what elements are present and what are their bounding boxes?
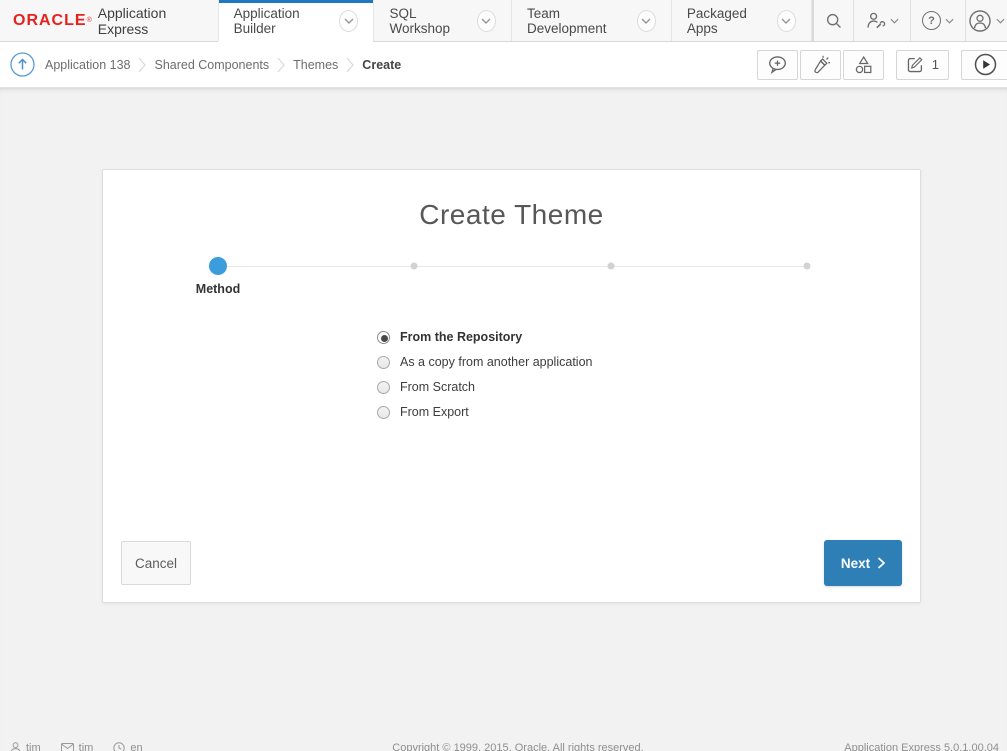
footer-workspace: tim <box>61 742 94 751</box>
tab-team-development[interactable]: Team Development <box>511 0 671 41</box>
cancel-button[interactable]: Cancel <box>121 541 191 585</box>
tab-application-builder[interactable]: Application Builder <box>218 0 374 42</box>
nav-tabs: Application Builder SQL Workshop Team De… <box>218 0 812 41</box>
option-label: From the Repository <box>400 330 522 344</box>
option-copy-from-application[interactable]: As a copy from another application <box>377 355 592 369</box>
footer-user: tim <box>10 742 41 751</box>
step-dot-3 <box>607 263 614 270</box>
user-icon <box>968 9 992 33</box>
footer-language-code: en <box>130 742 142 751</box>
admin-icon <box>865 11 886 30</box>
shared-components-button[interactable] <box>843 50 884 80</box>
envelope-icon <box>61 743 74 751</box>
breadcrumb: Application 138 Shared Components Themes… <box>45 54 401 76</box>
brand: ORACLE® Application Express <box>0 0 218 41</box>
oracle-logo: ORACLE <box>13 12 87 30</box>
version-text: Application Express 5.0.1.00.04 <box>844 742 999 751</box>
breadcrumb-bar: Application 138 Shared Components Themes… <box>0 42 1007 88</box>
chevron-right-icon <box>877 557 885 569</box>
page-title: Create Theme <box>103 199 920 231</box>
clock-icon <box>113 742 125 751</box>
current-step-label: Method <box>196 282 240 296</box>
edit-page-button[interactable]: 1 <box>896 50 949 80</box>
radio-icon[interactable] <box>377 356 390 369</box>
step-dot-4 <box>804 263 811 270</box>
chevron-down-icon[interactable] <box>777 10 796 32</box>
radio-icon[interactable] <box>377 406 390 419</box>
play-icon <box>974 53 997 76</box>
run-application-button[interactable] <box>961 50 1007 80</box>
chevron-down-icon <box>945 18 954 24</box>
search-button[interactable] <box>812 0 853 41</box>
product-name: Application Express <box>98 5 200 37</box>
up-arrow-icon[interactable] <box>10 52 35 77</box>
next-button[interactable]: Next <box>824 540 902 586</box>
option-from-repository[interactable]: From the Repository <box>377 330 592 344</box>
chevron-down-icon[interactable] <box>339 10 358 32</box>
chevron-right-icon <box>346 54 354 76</box>
footer-session-info: tim tim en <box>10 742 143 751</box>
tab-sql-workshop[interactable]: SQL Workshop <box>373 0 511 41</box>
step-dot-2 <box>411 263 418 270</box>
person-icon <box>10 742 21 751</box>
edit-icon <box>906 55 925 74</box>
radio-icon[interactable] <box>377 381 390 394</box>
help-icon: ? <box>922 11 941 30</box>
search-icon <box>825 12 843 30</box>
page-toolbar: 1 <box>755 50 1007 80</box>
footer-workspace-name: tim <box>79 742 94 751</box>
option-from-scratch[interactable]: From Scratch <box>377 380 592 394</box>
chevron-down-icon <box>996 18 1005 24</box>
top-navigation-bar: ORACLE® Application Express Application … <box>0 0 1007 42</box>
radio-icon[interactable] <box>377 331 390 344</box>
breadcrumb-application[interactable]: Application 138 <box>45 58 130 72</box>
tab-label: SQL Workshop <box>389 6 467 36</box>
chevron-right-icon <box>277 54 285 76</box>
breadcrumb-create: Create <box>362 58 401 72</box>
train-line <box>218 266 807 267</box>
help-menu[interactable]: ? <box>910 0 965 41</box>
tab-label: Packaged Apps <box>687 6 768 36</box>
tab-packaged-apps[interactable]: Packaged Apps <box>671 0 812 41</box>
shapes-icon <box>853 55 874 74</box>
chevron-right-icon <box>138 54 146 76</box>
next-button-label: Next <box>841 556 870 571</box>
footer-language: en <box>113 742 142 751</box>
comment-plus-icon <box>767 55 788 74</box>
option-from-export[interactable]: From Export <box>377 405 592 419</box>
step-dot-method <box>209 257 227 275</box>
registered-mark: ® <box>87 17 92 24</box>
tab-label: Application Builder <box>234 6 331 36</box>
edit-page-number: 1 <box>932 57 939 72</box>
apex-page: ORACLE® Application Express Application … <box>0 0 1007 751</box>
spotlight-button[interactable] <box>800 50 841 80</box>
option-label: From Export <box>400 405 469 419</box>
method-radio-group: From the Repository As a copy from anoth… <box>377 330 592 430</box>
main-content: Create Theme Method From the Repository … <box>0 88 1007 751</box>
top-icon-group: ? <box>812 0 1007 41</box>
user-account-menu[interactable] <box>965 0 1007 41</box>
chevron-down-icon[interactable] <box>637 10 656 32</box>
create-theme-wizard-card: Create Theme Method From the Repository … <box>102 169 921 603</box>
chevron-down-icon[interactable] <box>477 10 496 32</box>
flashlight-icon <box>810 55 831 75</box>
footer-user-name: tim <box>26 742 41 751</box>
administration-menu[interactable] <box>853 0 910 41</box>
breadcrumb-shared-components[interactable]: Shared Components <box>154 58 269 72</box>
page-footer: tim tim en Copyright © 1999, 2015, Oracl… <box>0 740 1007 751</box>
breadcrumb-themes[interactable]: Themes <box>293 58 338 72</box>
tab-label: Team Development <box>527 6 628 36</box>
feedback-button[interactable] <box>757 50 798 80</box>
option-label: As a copy from another application <box>400 355 592 369</box>
wizard-progress-train <box>218 266 807 268</box>
chevron-down-icon <box>890 18 899 24</box>
copyright-text: Copyright © 1999, 2015, Oracle. All righ… <box>392 742 643 751</box>
option-label: From Scratch <box>400 380 475 394</box>
